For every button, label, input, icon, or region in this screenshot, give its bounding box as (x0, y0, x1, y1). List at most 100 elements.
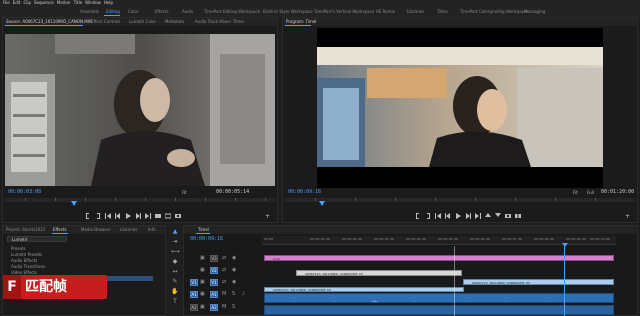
tab-audio-track-mixer[interactable]: Audio Track Mixer: Timel (195, 18, 244, 26)
go-to-in-icon[interactable] (433, 211, 443, 220)
menu-sequence[interactable]: Sequence (34, 0, 54, 5)
tab-effect-controls[interactable]: Effect Controls (91, 18, 120, 26)
microphone-icon[interactable]: ♪ (242, 291, 245, 297)
track-label-a1[interactable]: A1 (210, 291, 218, 298)
camera-icon[interactable] (173, 211, 183, 220)
lock-icon[interactable]: ▣ (200, 291, 205, 297)
mark-in-icon[interactable] (413, 211, 423, 220)
source-settings-icon[interactable]: + (265, 213, 270, 220)
lock-icon[interactable]: ▣ (200, 255, 205, 261)
mark-in-icon[interactable] (83, 211, 93, 220)
eye-icon[interactable]: ◉ (232, 255, 236, 261)
program-settings-icon[interactable]: + (625, 213, 630, 220)
eye-icon[interactable]: ◉ (232, 267, 236, 273)
v2-video-clip[interactable]: A0067C23_161109RD_CANON.MXF [V] (296, 270, 462, 276)
workspace-timepart-colorgrading[interactable]: TimePart Colorgrading Workspace (460, 6, 528, 17)
timeline-timecode[interactable]: 00:00:09:16 (190, 236, 223, 242)
tab-libraries[interactable]: Libraries (120, 226, 137, 234)
workspace-timepart-vertical[interactable]: TimePart's Vertical Workspace (314, 6, 374, 17)
track-label-v1[interactable]: V1 (210, 279, 218, 286)
extract-icon[interactable] (493, 211, 503, 220)
source-patch-a2[interactable]: A2 (190, 304, 198, 311)
source-patch-v1[interactable]: V1 (190, 279, 198, 286)
source-time-ruler[interactable] (5, 198, 275, 202)
program-playhead-icon[interactable] (319, 201, 325, 206)
overwrite-icon[interactable] (163, 211, 173, 220)
workspace-timepart-editing[interactable]: TimePart Editing Workspace (204, 6, 260, 17)
play-icon[interactable] (453, 211, 463, 220)
workspace-messaging[interactable]: Messaging (524, 6, 545, 17)
workspace-audio[interactable]: Audio (182, 6, 193, 17)
program-video-frame[interactable] (317, 28, 603, 188)
lift-icon[interactable] (483, 211, 493, 220)
pen-tool-icon[interactable]: ✎ (171, 278, 179, 285)
tree-item-audio-effects[interactable]: Audio Effects (11, 258, 37, 263)
razor-tool-icon[interactable]: ◆ (171, 258, 179, 265)
timeline-playhead-line[interactable] (564, 246, 565, 316)
track-label-a2[interactable]: A2 (210, 304, 218, 311)
lock-icon[interactable]: ▣ (200, 304, 205, 310)
tree-item-lumetri-presets[interactable]: Lumetri Presets (11, 252, 42, 257)
step-back-icon[interactable] (443, 211, 453, 220)
solo-icon[interactable]: S (232, 291, 235, 297)
step-forward-icon[interactable] (463, 211, 473, 220)
mute-icon[interactable]: M (222, 304, 226, 310)
hand-tool-icon[interactable]: ✋ (171, 288, 179, 295)
program-zoom[interactable]: Fit (573, 190, 578, 195)
lock-icon[interactable]: ▣ (200, 267, 205, 273)
workspace-ae-remix[interactable]: AE Remix (376, 6, 395, 17)
v1-video-clip-2[interactable]: A0067C23_161109RD_CANON.MXF [V] (463, 279, 614, 285)
workspace-effects[interactable]: Effects (155, 6, 169, 17)
menu-help[interactable]: Help (104, 0, 113, 5)
mark-out-icon[interactable] (93, 211, 103, 220)
menu-title[interactable]: Title (74, 0, 83, 5)
v1-video-clip[interactable]: A0067C23_161109RD_CANON.MXF [V] (264, 287, 464, 292)
program-timecode-in[interactable]: 00:00:09:16 (288, 189, 321, 195)
insert-icon[interactable] (153, 211, 163, 220)
workspace-libraries[interactable]: Libraries (407, 6, 424, 17)
source-timecode-in[interactable]: 00:00:03:08 (8, 189, 41, 195)
sync-lock-icon[interactable]: ⇄ (222, 267, 226, 273)
track-select-tool-icon[interactable]: ⇥ (171, 238, 179, 245)
menu-file[interactable]: File (3, 0, 10, 5)
source-patch-a1[interactable]: A1 (190, 291, 198, 298)
comparison-view-icon[interactable] (513, 211, 523, 220)
source-video-frame[interactable] (5, 34, 275, 186)
go-to-out-icon[interactable] (473, 211, 483, 220)
menu-clip[interactable]: Clip (23, 0, 31, 5)
menu-window[interactable]: Window (85, 0, 101, 5)
crop-adjustment-clip[interactable]: Crop (264, 255, 614, 261)
tab-info[interactable]: Info (148, 226, 156, 234)
source-zoom[interactable]: Fit (182, 190, 187, 195)
sync-lock-icon[interactable]: ⇄ (222, 255, 226, 261)
menu-marker[interactable]: Marker (57, 0, 71, 5)
camera-icon[interactable] (503, 211, 513, 220)
track-label-v3[interactable]: V3 (210, 255, 218, 262)
program-quality[interactable]: Full (587, 190, 594, 195)
workspace-color[interactable]: Color (128, 6, 138, 17)
tab-metadata[interactable]: Metadata (165, 18, 184, 26)
a2-audio-clip[interactable] (264, 305, 614, 315)
play-icon[interactable] (123, 211, 133, 220)
tab-media-browser[interactable]: Media Browser (81, 226, 111, 234)
menu-edit[interactable]: Edit (13, 0, 21, 5)
go-to-in-icon[interactable] (103, 211, 113, 220)
step-back-icon[interactable] (113, 211, 123, 220)
workspace-assembly[interactable]: Assembly (80, 6, 99, 17)
lock-icon[interactable]: ▣ (200, 279, 205, 285)
eye-icon[interactable]: ◉ (232, 279, 236, 285)
selection-tool-icon[interactable]: ▲ (171, 228, 179, 235)
effects-search-input[interactable]: Lumetri (7, 236, 67, 242)
timeline-playhead-icon[interactable] (562, 243, 568, 247)
tab-project[interactable]: Project: Shorts2021 (6, 226, 45, 234)
a1-audio-clip[interactable] (264, 293, 614, 303)
source-playhead-icon[interactable] (71, 201, 77, 206)
sync-lock-icon[interactable]: ⇄ (222, 279, 226, 285)
type-tool-icon[interactable]: T (171, 298, 179, 305)
mark-out-icon[interactable] (423, 211, 433, 220)
solo-icon[interactable]: S (232, 304, 235, 310)
workspace-titles[interactable]: Titles (437, 6, 448, 17)
tree-item-audio-transitions[interactable]: Audio Transitions (11, 264, 45, 269)
workspace-davinci-style[interactable]: DaVinci Style Workspace (263, 6, 313, 17)
program-time-ruler[interactable] (285, 198, 635, 202)
